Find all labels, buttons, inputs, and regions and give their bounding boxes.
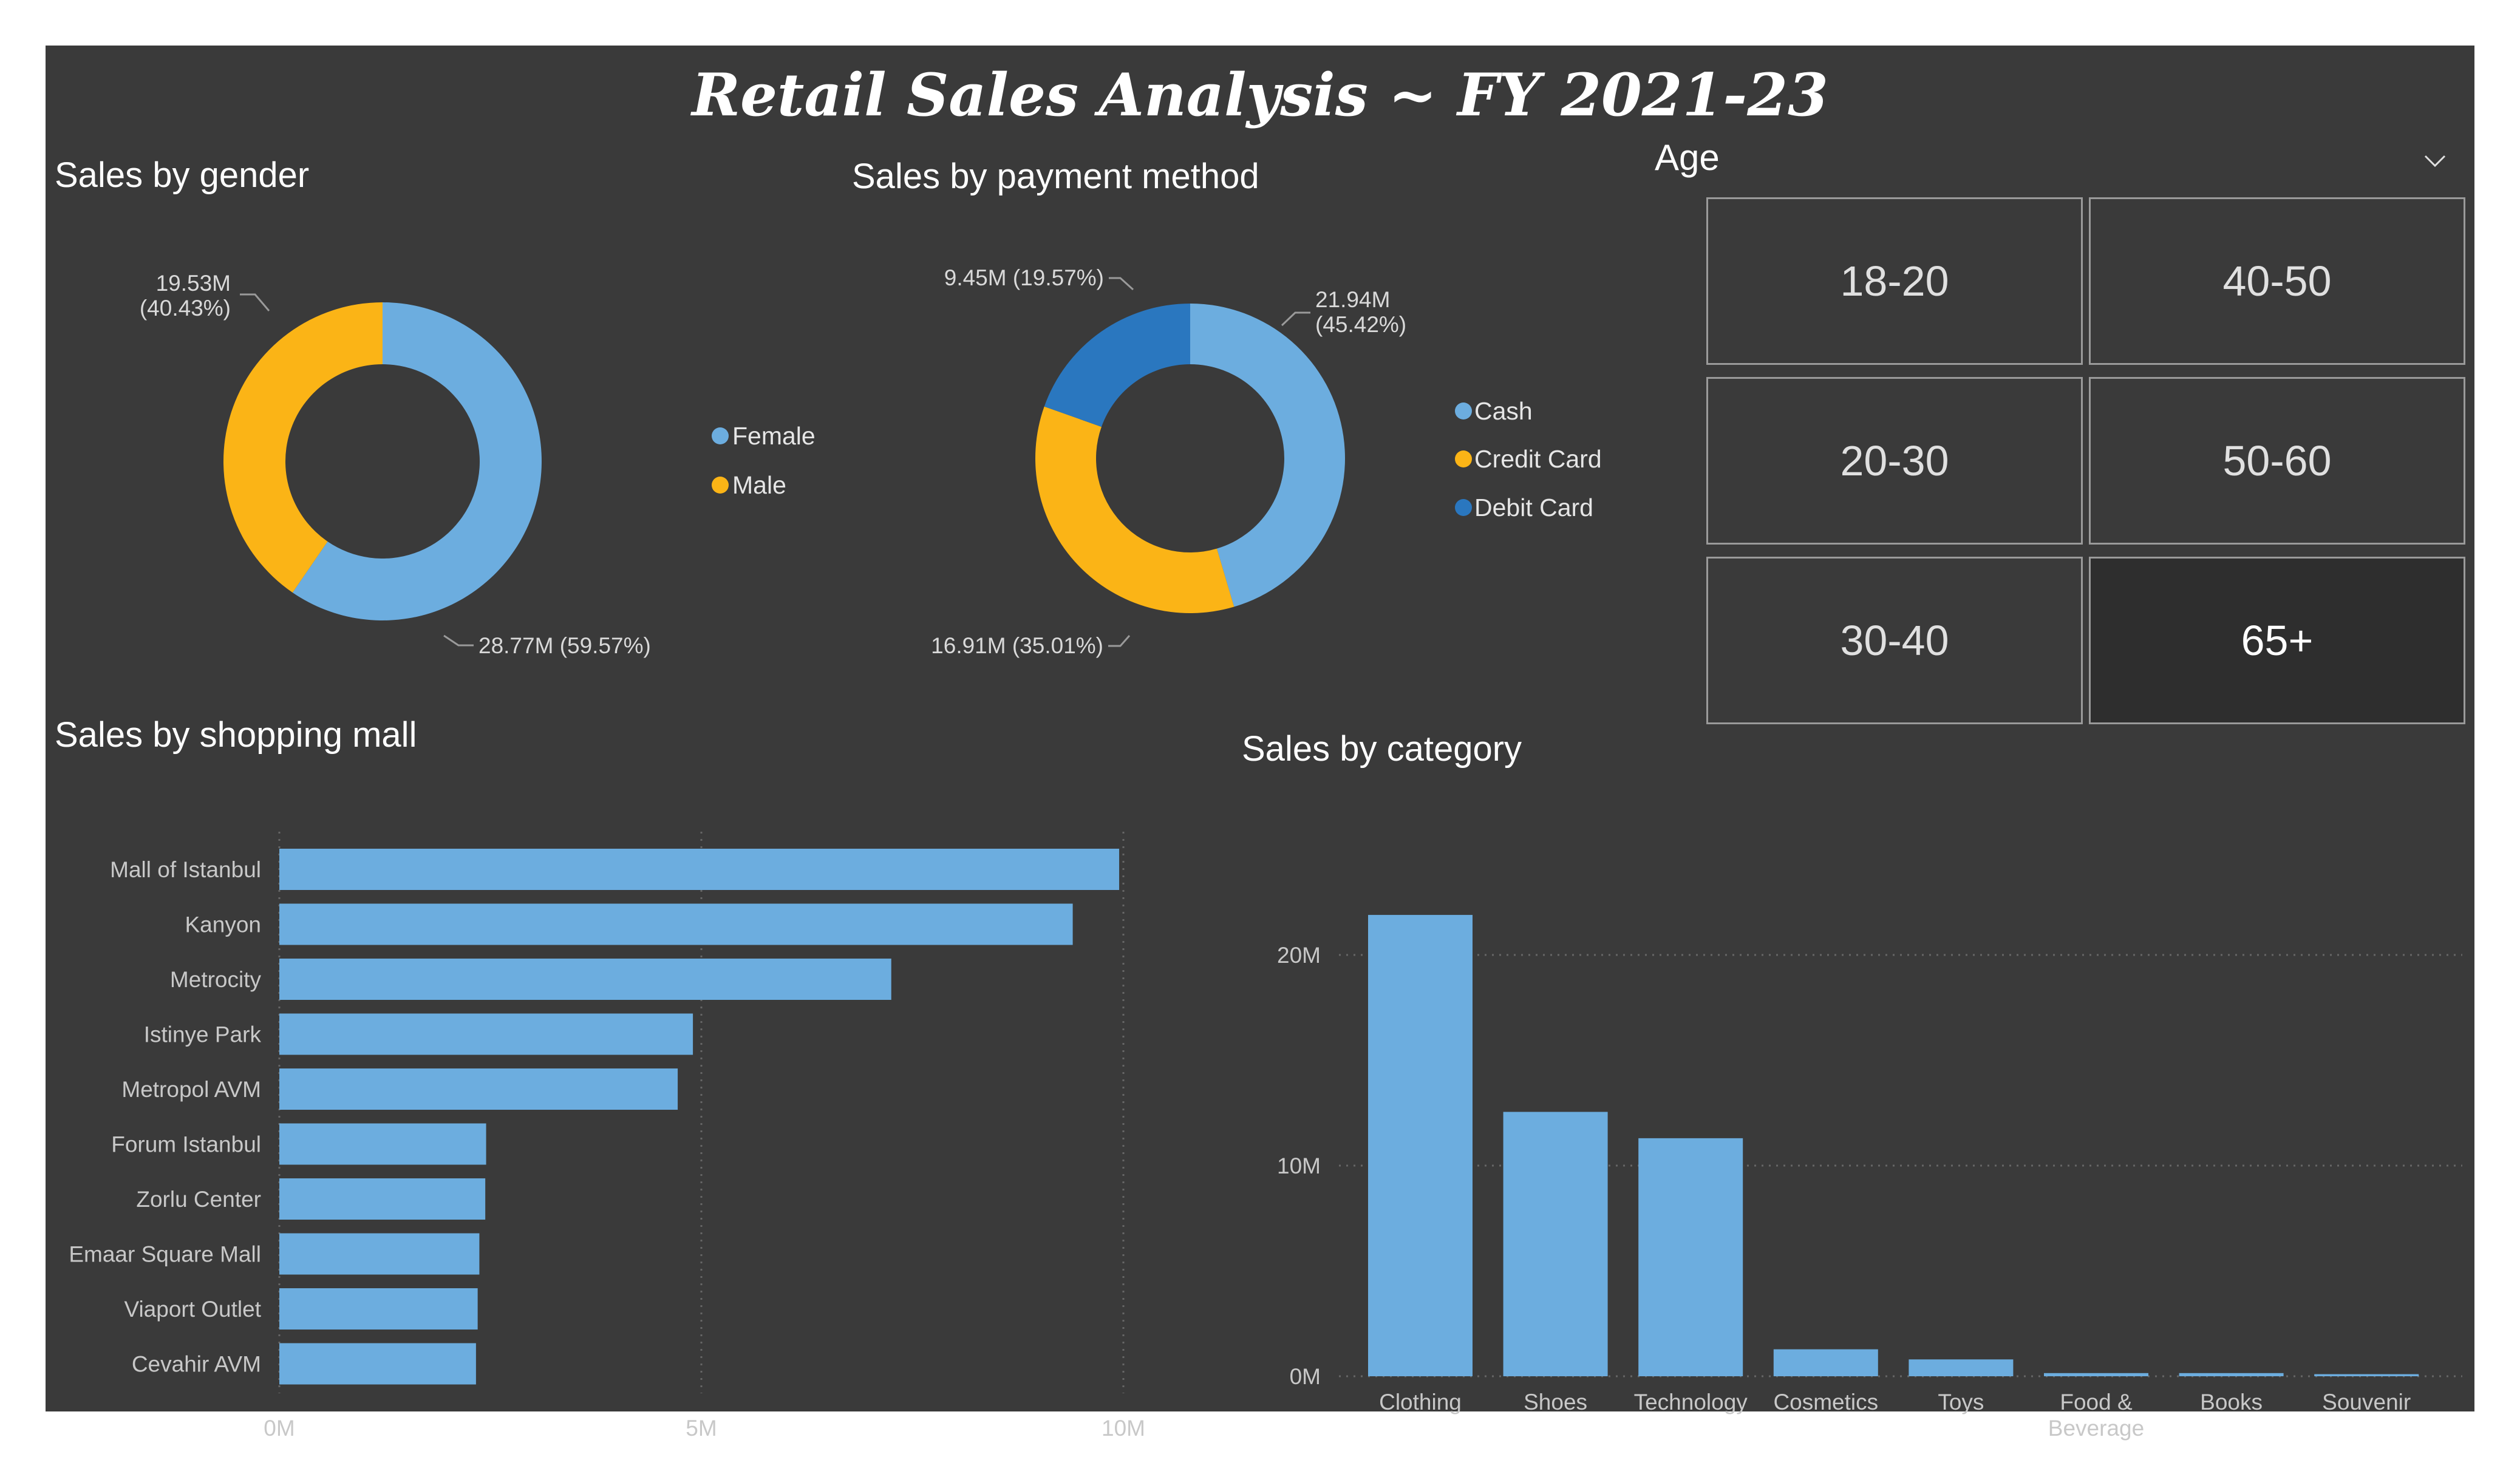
x-tick-label: Souvenir bbox=[2322, 1390, 2411, 1415]
slice-debit-card[interactable] bbox=[1044, 304, 1190, 427]
bar-technology[interactable] bbox=[1638, 1138, 1743, 1376]
x-tick-label: 10M bbox=[1102, 1416, 1145, 1441]
cash-slice-label-value: 21.94M bbox=[1315, 287, 1390, 312]
x-tick-label: Clothing bbox=[1379, 1390, 1462, 1415]
x-tick-label: 5M bbox=[686, 1416, 717, 1441]
legend-item-credit-card[interactable]: Credit Card bbox=[1455, 445, 1602, 473]
age-option-65-plus[interactable]: 65+ bbox=[2089, 557, 2465, 724]
y-tick-label: Viaport Outlet bbox=[124, 1297, 261, 1322]
age-slicer[interactable]: Age 18-20 40-50 20-30 50-60 30-40 65+ bbox=[1640, 137, 2477, 780]
bar-food-beverage[interactable] bbox=[2044, 1373, 2148, 1376]
x-tick-label: 0M bbox=[264, 1416, 295, 1441]
y-tick-label: Kanyon bbox=[185, 912, 262, 937]
bar-viaport-outlet[interactable] bbox=[279, 1288, 478, 1330]
debit-slice-label: 9.45M (19.57%) bbox=[944, 265, 1104, 290]
bar-metropol-avm[interactable] bbox=[279, 1068, 678, 1110]
x-tick-label: Shoes bbox=[1524, 1390, 1587, 1415]
x-tick-label: Books bbox=[2200, 1390, 2263, 1415]
x-tick-label: Beverage bbox=[2048, 1416, 2144, 1441]
y-tick-label: 20M bbox=[1277, 943, 1321, 968]
age-option-50-60[interactable]: 50-60 bbox=[2089, 377, 2465, 545]
x-tick-label: Technology bbox=[1634, 1390, 1748, 1415]
legend-marker bbox=[712, 427, 729, 444]
x-tick-label: Toys bbox=[1938, 1390, 1984, 1415]
legend-marker bbox=[1455, 402, 1472, 419]
y-tick-label: Cevahir AVM bbox=[132, 1352, 261, 1377]
slice-male[interactable] bbox=[223, 302, 383, 593]
bar-mall-of-istanbul[interactable] bbox=[279, 849, 1120, 890]
male-slice-label-value: 19.53M bbox=[156, 271, 231, 296]
chevron-down-icon[interactable] bbox=[2423, 149, 2447, 173]
bar-souvenir[interactable] bbox=[2314, 1374, 2419, 1376]
bar-cevahir-avm[interactable] bbox=[279, 1343, 476, 1385]
slice-credit-card[interactable] bbox=[1035, 406, 1234, 613]
age-option-18-20[interactable]: 18-20 bbox=[1706, 197, 2083, 365]
y-tick-label: Zorlu Center bbox=[136, 1187, 261, 1212]
x-tick-label: Food & bbox=[2060, 1390, 2133, 1415]
bar-forum-istanbul[interactable] bbox=[279, 1123, 486, 1165]
legend-item-female[interactable]: Female bbox=[712, 422, 816, 450]
y-tick-label: Forum Istanbul bbox=[111, 1132, 261, 1157]
gender-legend[interactable]: Female Male bbox=[712, 422, 816, 499]
y-tick-label: 0M bbox=[1290, 1364, 1321, 1389]
mall-bar-chart[interactable]: 0M 5M 10M Mall of Istanbul Kanyon Metrocity Is… bbox=[46, 732, 1199, 1441]
y-tick-label: Metropol AVM bbox=[121, 1077, 261, 1102]
female-slice-label: 28.77M (59.57%) bbox=[478, 633, 651, 658]
y-tick-label: Metrocity bbox=[170, 967, 262, 992]
legend-label: Male bbox=[732, 471, 786, 499]
bar-books[interactable] bbox=[2179, 1373, 2284, 1376]
bar-shoes[interactable] bbox=[1503, 1112, 1608, 1376]
y-tick-label: Emaar Square Mall bbox=[69, 1242, 261, 1267]
age-option-20-30[interactable]: 20-30 bbox=[1706, 377, 2083, 545]
credit-slice-label: 16.91M (35.01%) bbox=[931, 633, 1103, 658]
legend-label: Cash bbox=[1474, 397, 1533, 425]
legend-label: Female bbox=[732, 422, 816, 450]
bar-metrocity[interactable] bbox=[279, 959, 891, 1000]
x-tick-label: Cosmetics bbox=[1773, 1390, 1878, 1415]
payment-legend[interactable]: Cash Credit Card Debit Card bbox=[1455, 397, 1602, 521]
bar-zorlu-center[interactable] bbox=[279, 1178, 486, 1220]
bar-istinye-park[interactable] bbox=[279, 1013, 693, 1055]
age-option-30-40[interactable]: 30-40 bbox=[1706, 557, 2083, 724]
legend-marker bbox=[712, 477, 729, 494]
bar-emaar-square-mall[interactable] bbox=[279, 1233, 480, 1275]
legend-item-debit-card[interactable]: Debit Card bbox=[1455, 494, 1593, 521]
gender-donut-chart[interactable]: 19.53M (40.43%) 28.77M (59.57%) Female M… bbox=[46, 46, 835, 658]
male-slice-label-percent: (40.43%) bbox=[140, 296, 231, 321]
legend-item-male[interactable]: Male bbox=[712, 471, 786, 499]
bar-cosmetics[interactable] bbox=[1773, 1349, 1878, 1376]
legend-marker bbox=[1455, 499, 1472, 516]
age-slicer-header: Age bbox=[1655, 137, 1720, 178]
category-column-chart[interactable]: 0M 10M 20M Clothing Shoes Technology Cosmetics… bbox=[1230, 744, 2474, 1441]
y-tick-label: Mall of Istanbul bbox=[110, 857, 261, 882]
legend-marker bbox=[1455, 450, 1472, 467]
bar-clothing[interactable] bbox=[1368, 915, 1473, 1376]
cash-slice-label-percent: (45.42%) bbox=[1315, 312, 1406, 337]
y-tick-label: 10M bbox=[1277, 1153, 1321, 1178]
legend-label: Debit Card bbox=[1474, 494, 1593, 521]
payment-donut-chart[interactable]: 9.45M (19.57%) 21.94M (45.42%) 16.91M (3… bbox=[835, 46, 1624, 658]
bar-kanyon[interactable] bbox=[279, 903, 1073, 945]
legend-label: Credit Card bbox=[1474, 445, 1602, 473]
y-tick-label: Istinye Park bbox=[144, 1022, 262, 1047]
report-canvas: Retail Sales Analysis ~ FY 2021-23 Sales… bbox=[46, 46, 2477, 1441]
age-option-40-50[interactable]: 40-50 bbox=[2089, 197, 2465, 365]
legend-item-cash[interactable]: Cash bbox=[1455, 397, 1533, 425]
bar-toys[interactable] bbox=[1909, 1359, 2014, 1376]
